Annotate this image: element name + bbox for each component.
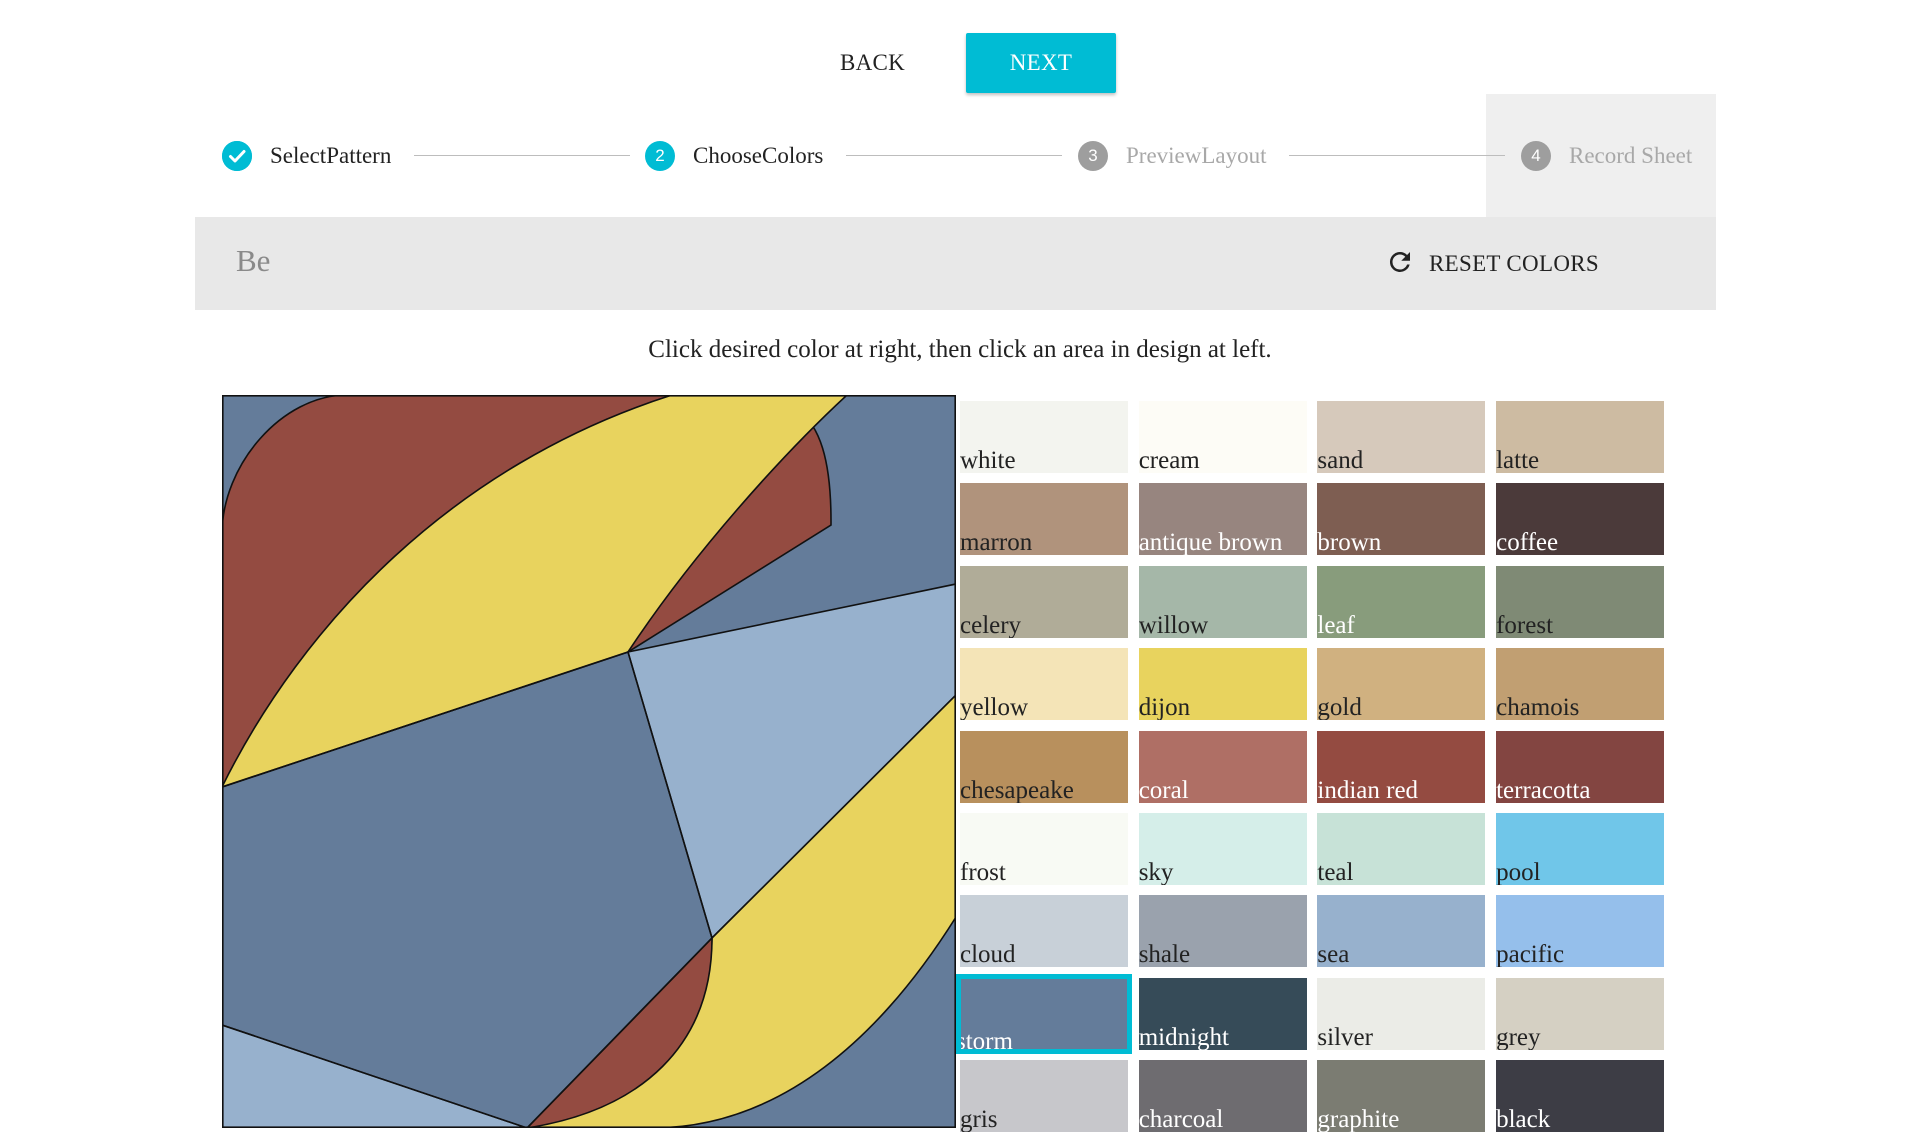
- check-icon: [222, 140, 252, 171]
- color-swatch-label: terracotta: [1496, 776, 1591, 803]
- step-label: PreviewLayout: [1126, 142, 1267, 168]
- next-button[interactable]: NEXT: [966, 33, 1116, 93]
- color-swatch-label: indian red: [1317, 776, 1419, 803]
- color-swatch-pacific[interactable]: pacific: [1496, 895, 1665, 968]
- color-swatch-frost[interactable]: frost: [960, 813, 1128, 885]
- color-swatch-teal[interactable]: teal: [1317, 813, 1486, 885]
- color-swatch-label: midnight: [1138, 1023, 1229, 1050]
- color-swatch-label: black: [1496, 1106, 1551, 1133]
- color-swatch-label: grey: [1496, 1023, 1541, 1050]
- color-swatch-cloud[interactable]: cloud: [960, 895, 1128, 968]
- color-swatch-yellow[interactable]: yellow: [960, 648, 1128, 721]
- color-swatch-label: cloud: [960, 941, 1016, 968]
- color-swatch-label: teal: [1317, 859, 1354, 885]
- step-connector: [1289, 155, 1505, 156]
- color-swatch-chesapeake[interactable]: chesapeake: [960, 730, 1128, 803]
- color-swatch-cream[interactable]: cream: [1138, 401, 1307, 473]
- step-connector: [846, 155, 1062, 156]
- color-swatch-label: coffee: [1496, 529, 1559, 556]
- color-swatch-charcoal[interactable]: charcoal: [1138, 1060, 1307, 1133]
- color-swatch-label: marron: [960, 529, 1033, 556]
- refresh-icon: [1385, 247, 1415, 282]
- color-swatch-terracotta[interactable]: terracotta: [1496, 730, 1665, 803]
- step-record-sheet[interactable]: 4 Record Sheet: [1521, 94, 1692, 217]
- instructions-text: Click desired color at right, then click…: [648, 336, 1272, 363]
- color-swatch-label: cream: [1138, 447, 1200, 473]
- color-swatch-forest[interactable]: forest: [1496, 565, 1665, 638]
- color-swatch-label: gris: [960, 1106, 998, 1133]
- color-swatch-shale[interactable]: shale: [1138, 895, 1307, 968]
- design-name-bar: Be RESET COLORS: [195, 217, 1716, 310]
- design-name: Be: [236, 243, 271, 278]
- color-swatch-silver[interactable]: silver: [1317, 977, 1486, 1050]
- color-swatch-label: pacific: [1496, 941, 1565, 968]
- color-swatch-label: gold: [1317, 694, 1362, 721]
- color-swatch-sky[interactable]: sky: [1138, 813, 1307, 885]
- color-swatch-leaf[interactable]: leaf: [1317, 565, 1486, 638]
- back-button[interactable]: BACK: [806, 33, 939, 93]
- color-swatch-coffee[interactable]: coffee: [1496, 483, 1665, 556]
- color-swatch-label: brown: [1317, 529, 1382, 556]
- color-swatch-gold[interactable]: gold: [1317, 648, 1486, 721]
- color-swatch-brown[interactable]: brown: [1317, 483, 1486, 556]
- reset-colors-label: RESET COLORS: [1429, 251, 1599, 276]
- color-swatch-label: yellow: [960, 694, 1029, 721]
- color-swatch-label: coral: [1138, 776, 1189, 803]
- color-swatch-label: silver: [1317, 1023, 1373, 1050]
- color-swatch-marron[interactable]: marron: [960, 483, 1128, 556]
- step-label: SelectPattern: [270, 142, 392, 168]
- color-swatch-label: chamois: [1496, 694, 1580, 721]
- color-swatch-label: sea: [1317, 941, 1350, 968]
- color-swatch-sea[interactable]: sea: [1317, 895, 1486, 968]
- color-swatch-dijon[interactable]: dijon: [1138, 648, 1307, 721]
- color-swatch-label: shale: [1138, 941, 1191, 968]
- color-swatch-label: white: [960, 447, 1016, 473]
- color-swatch-label: sand: [1317, 447, 1364, 473]
- step-number: 3: [1078, 140, 1108, 171]
- color-swatch-coral[interactable]: coral: [1138, 730, 1307, 803]
- step-preview-layout[interactable]: 3 PreviewLayout: [1078, 94, 1267, 217]
- color-swatch-indian-red[interactable]: indian red: [1317, 730, 1486, 803]
- color-swatch-label: storm: [956, 1027, 1013, 1054]
- design-canvas[interactable]: [222, 395, 956, 1128]
- color-swatch-label: sky: [1138, 859, 1174, 885]
- step-connector: [414, 155, 630, 156]
- color-swatch-midnight[interactable]: midnight: [1138, 977, 1307, 1050]
- color-swatch-chamois[interactable]: chamois: [1496, 648, 1665, 721]
- color-swatch-label: frost: [960, 859, 1006, 885]
- color-swatch-pool[interactable]: pool: [1496, 813, 1665, 885]
- color-swatch-storm[interactable]: storm: [956, 973, 1132, 1054]
- color-swatch-label: charcoal: [1138, 1106, 1224, 1133]
- color-swatch-label: graphite: [1317, 1106, 1400, 1133]
- color-swatch-grey[interactable]: grey: [1496, 977, 1665, 1050]
- color-palette: white cream sand latte marron antique brown br…: [956, 401, 1670, 1133]
- color-swatch-label: antique brown: [1138, 529, 1283, 556]
- color-swatch-label: latte: [1496, 447, 1540, 473]
- color-swatch-white[interactable]: white: [960, 401, 1128, 473]
- color-swatch-label: dijon: [1138, 694, 1191, 721]
- step-select-pattern[interactable]: SelectPattern: [222, 94, 391, 217]
- color-swatch-graphite[interactable]: graphite: [1317, 1060, 1486, 1133]
- color-swatch-label: celery: [960, 611, 1022, 638]
- step-label: Record Sheet: [1569, 142, 1693, 168]
- step-label: ChooseColors: [693, 142, 824, 168]
- color-swatch-antique-brown[interactable]: antique brown: [1138, 483, 1307, 556]
- color-swatch-sand[interactable]: sand: [1317, 401, 1486, 473]
- color-swatch-gris[interactable]: gris: [960, 1060, 1128, 1133]
- color-swatch-label: willow: [1138, 611, 1209, 638]
- color-swatch-label: forest: [1496, 611, 1554, 638]
- step-number: 4: [1521, 140, 1551, 171]
- color-swatch-label: chesapeake: [960, 776, 1074, 803]
- color-swatch-label: leaf: [1317, 611, 1355, 638]
- color-swatch-black[interactable]: black: [1496, 1060, 1665, 1133]
- step-number: 2: [645, 140, 675, 171]
- color-swatch-label: pool: [1496, 859, 1541, 885]
- stepper: SelectPattern 2 ChooseColors 3 PreviewLa…: [195, 94, 1716, 217]
- color-swatch-latte[interactable]: latte: [1496, 401, 1665, 473]
- reset-colors-button[interactable]: RESET COLORS: [1385, 247, 1599, 281]
- color-swatch-willow[interactable]: willow: [1138, 565, 1307, 638]
- step-choose-colors[interactable]: 2 ChooseColors: [645, 94, 823, 217]
- color-swatch-celery[interactable]: celery: [960, 565, 1128, 638]
